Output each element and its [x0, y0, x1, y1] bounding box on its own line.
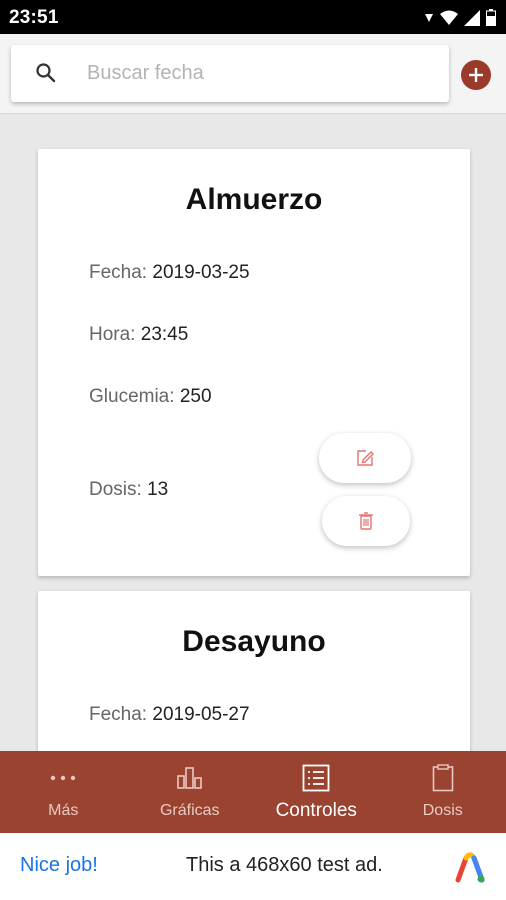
signal-icon	[464, 9, 480, 26]
card-dosis: Dosis: 13	[89, 479, 168, 501]
bar-chart-icon	[176, 767, 202, 789]
nav-label: Dosis	[422, 802, 463, 819]
nav-label: Controles	[275, 800, 357, 821]
ad-banner[interactable]: Nice job! This a 468x60 test ad.	[0, 833, 506, 900]
glucemia-value: 250	[179, 386, 212, 407]
search-icon	[36, 63, 56, 83]
status-time: 23:51	[9, 7, 59, 28]
fecha-value: 2019-05-27	[152, 704, 250, 725]
ad-logo-icon	[455, 852, 485, 883]
dosis-value: 13	[147, 479, 169, 500]
location-icon	[425, 13, 433, 22]
fecha-label: Fecha:	[89, 262, 148, 283]
ad-text: This a 468x60 test ad.	[186, 854, 383, 876]
card-title: Almuerzo	[185, 183, 323, 216]
card-fecha: Fecha: 2019-03-25	[89, 262, 250, 284]
fecha-value: 2019-03-25	[152, 262, 250, 283]
nav-item-dosis[interactable]: Dosis	[380, 751, 506, 833]
hora-label: Hora:	[89, 324, 136, 345]
wifi-icon	[440, 10, 458, 25]
trash-icon	[359, 512, 373, 530]
dosis-label: Dosis:	[89, 479, 142, 500]
plus-icon	[469, 68, 483, 82]
card-glucemia: Glucemia: 250	[89, 386, 212, 408]
record-card: Almuerzo Fecha: 2019-03-25 Hora: 23:45 G…	[38, 149, 470, 576]
nav-item-mas[interactable]: Más	[0, 751, 127, 833]
battery-icon	[486, 9, 496, 26]
search-box[interactable]	[11, 45, 449, 102]
nav-label: Más	[48, 802, 79, 819]
search-input[interactable]	[87, 45, 427, 102]
edit-icon	[357, 450, 374, 466]
search-header	[0, 34, 506, 114]
bottom-navigation: Más Gráficas Controles Dosis	[0, 751, 506, 833]
card-fecha: Fecha: 2019-05-27	[89, 704, 250, 726]
card-hora: Hora: 23:45	[89, 324, 188, 346]
nav-label: Gráficas	[159, 802, 220, 819]
edit-button[interactable]	[319, 433, 411, 483]
list-icon	[302, 764, 330, 792]
status-icons	[424, 9, 496, 26]
clipboard-icon	[432, 764, 454, 792]
glucemia-label: Glucemia:	[89, 386, 175, 407]
delete-button[interactable]	[322, 496, 410, 546]
fecha-label: Fecha:	[89, 704, 148, 725]
more-dots-icon	[51, 775, 76, 781]
status-bar: 23:51	[0, 0, 506, 34]
nav-item-controles[interactable]: Controles	[253, 751, 380, 833]
ad-cta[interactable]: Nice job!	[20, 854, 98, 877]
hora-value: 23:45	[140, 324, 189, 345]
add-record-button[interactable]	[461, 60, 491, 90]
card-title: Desayuno	[182, 625, 326, 658]
nav-item-graficas[interactable]: Gráficas	[127, 751, 254, 833]
